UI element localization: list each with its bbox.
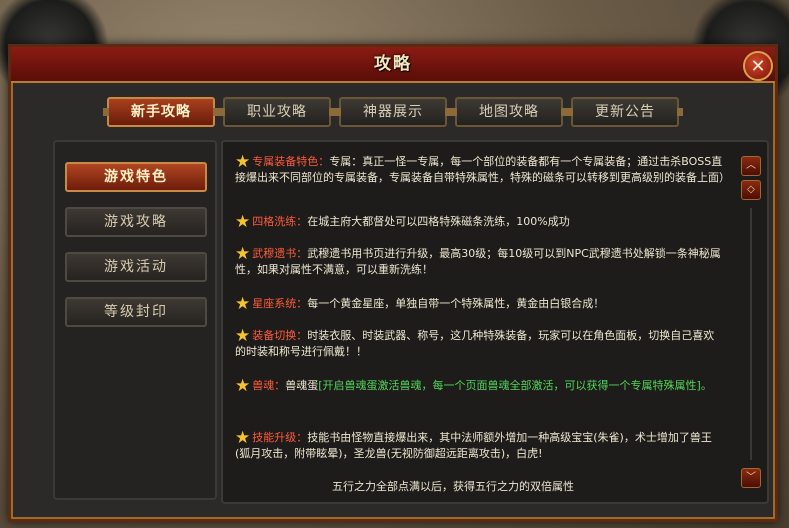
tab-update-notes[interactable]: 更新公告: [567, 97, 683, 127]
guide-window: 攻略 ✕ 新手攻略 职业攻略 神器展示 地图攻略 更新公告 游戏特色 游戏攻略 …: [8, 44, 778, 522]
close-button[interactable]: ✕: [743, 51, 773, 81]
tab-bar: 新手攻略 职业攻略 神器展示 地图攻略 更新公告: [103, 97, 683, 129]
sidebar-item-game-features[interactable]: 游戏特色: [65, 162, 207, 192]
tab-class-guide[interactable]: 职业攻略: [219, 97, 335, 127]
tab-artifact-showcase[interactable]: 神器展示: [335, 97, 451, 127]
footer-text: 五行之力全部点满以后，获得五行之力的双倍属性: [332, 480, 574, 493]
entry-text: 时装衣服、时装武器、称号，这几种特殊装备，玩家可以在角色面板，切换自己喜欢的时装…: [235, 329, 715, 358]
star-icon: ★: [235, 152, 251, 172]
star-icon: ★: [235, 428, 251, 448]
tab-map-guide[interactable]: 地图攻略: [451, 97, 567, 127]
list-item: ★ 装备切换：时装衣服、时装武器、称号，这几种特殊装备，玩家可以在角色面板，切换自…: [235, 328, 725, 360]
entry-keyword: 四格洗练：: [252, 215, 308, 228]
star-icon: ★: [235, 376, 251, 396]
sidebar-item-game-events[interactable]: 游戏活动: [65, 252, 207, 282]
list-item: ★ 四格洗练：在城主府大都督处可以四格特殊磁条洗练，100%成功: [235, 212, 725, 232]
star-icon: ★: [235, 294, 251, 314]
scroll-down-button[interactable]: ﹀: [741, 468, 761, 488]
scrollbar[interactable]: ︿ ◇ ﹀: [741, 156, 761, 490]
scroll-page-up-button[interactable]: ◇: [741, 180, 761, 200]
scroll-up-button[interactable]: ︿: [741, 156, 761, 176]
entry-keyword: 星座系统：: [252, 297, 308, 310]
entry-keyword: 专属装备特色：: [252, 155, 330, 168]
entry-text: 技能书由怪物直接爆出来，其中法师额外增加一种高级宝宝(朱雀)，术士增加了兽王(狐…: [235, 431, 712, 460]
entry-highlight: [开启兽魂蛋激活兽魂，每一个页面兽魂全部激活，可以获得一个专属特殊属性]。: [318, 379, 712, 392]
list-item: ★ 武穆遗书：武穆遗书用书页进行升级，最高30级；每10级可以到NPC武穆遗书处解…: [235, 246, 725, 278]
star-icon: ★: [235, 326, 251, 346]
scroll-track[interactable]: [750, 208, 752, 460]
entry-text: 每一个黄金星座，单独自带一个特殊属性，黄金由白银合成！: [307, 297, 605, 310]
entry-text: 兽魂蛋: [285, 379, 319, 392]
entry-text: 在城主府大都督处可以四格特殊磁条洗练，100%成功: [307, 215, 570, 228]
star-icon: ★: [235, 244, 251, 264]
list-item: ★ 技能升级：技能书由怪物直接爆出来，其中法师额外增加一种高级宝宝(朱雀)，术士增…: [235, 430, 725, 462]
entry-text: 武穆遗书用书页进行升级，最高30级；每10级可以到NPC武穆遗书处解锁一条神秘属…: [235, 247, 721, 276]
entry-keyword: 装备切换：: [252, 329, 308, 342]
star-icon: ★: [235, 212, 251, 232]
entry-keyword: 武穆遗书：: [252, 247, 308, 260]
sidebar: 游戏特色 游戏攻略 游戏活动 等级封印: [53, 140, 217, 500]
sidebar-item-game-guide[interactable]: 游戏攻略: [65, 207, 207, 237]
list-item: ★ 专属装备特色：专属：真正一怪一专属，每一个部位的装备都有一个专属装备；通过击杀…: [235, 152, 730, 186]
window-title: 攻略: [11, 47, 775, 83]
list-item: ★ 兽魂：兽魂蛋[开启兽魂蛋激活兽魂，每一个页面兽魂全部激活，可以获得一个专属特殊…: [235, 376, 725, 396]
content-panel: ★ 专属装备特色：专属：真正一怪一专属，每一个部位的装备都有一个专属装备；通过击杀…: [221, 140, 769, 504]
list-item: ★ 星座系统：每一个黄金星座，单独自带一个特殊属性，黄金由白银合成！: [235, 294, 725, 314]
tab-newbie-guide[interactable]: 新手攻略: [103, 97, 219, 127]
entry-keyword: 兽魂：: [252, 379, 286, 392]
entry-keyword: 技能升级：: [252, 431, 308, 444]
sidebar-item-level-seal[interactable]: 等级封印: [65, 297, 207, 327]
